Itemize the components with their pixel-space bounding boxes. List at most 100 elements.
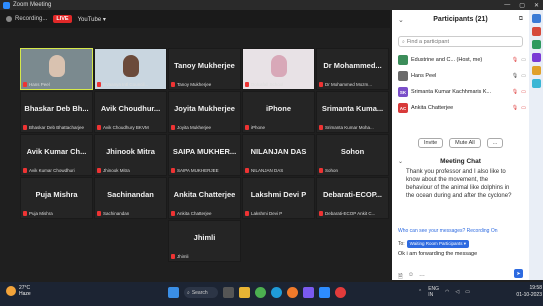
record-icon xyxy=(6,16,12,22)
mic-muted-icon xyxy=(171,211,175,216)
task-view-icon[interactable] xyxy=(223,287,234,298)
video-tile[interactable]: Bhaskar Deb Bh... Bhaskar Deb Bhattacharj… xyxy=(20,91,93,133)
close-button[interactable]: ✕ xyxy=(534,2,539,9)
participant-search-input[interactable] xyxy=(406,38,517,45)
maximize-button[interactable]: ▢ xyxy=(519,2,525,9)
tile-display-name: Lakshmi Devi P xyxy=(250,190,307,199)
app-icon[interactable] xyxy=(531,79,541,88)
participant-row[interactable]: Edustrine and C... (Host, me) 🎙 ▭ xyxy=(398,52,526,68)
zoom-taskbar-icon[interactable] xyxy=(319,287,330,298)
tile-name-label: Lakshmi Devi P xyxy=(245,211,312,216)
video-tile[interactable]: Ankita Chatterjee Ankita Chatterjee xyxy=(168,177,241,219)
start-icon[interactable] xyxy=(168,287,179,298)
search-icon: ⌕ xyxy=(187,289,190,296)
emoji-icon[interactable]: ☺ xyxy=(408,272,414,282)
video-tile[interactable]: Dolcafall School xyxy=(242,48,315,90)
explorer-icon[interactable] xyxy=(239,287,250,298)
video-tile[interactable]: Avik Kumar Ch... Avik Kumar Chowdhuri xyxy=(20,134,93,176)
search-icon: ⌕ xyxy=(402,38,405,45)
video-tile[interactable]: Jhinook Mitra Jhinook Mitra xyxy=(94,134,167,176)
participant-row[interactable]: Hans Peel 🎙 ▭ xyxy=(398,68,526,84)
popout-icon[interactable]: ⧉ xyxy=(519,16,523,23)
avatar xyxy=(398,55,408,65)
live-badge[interactable]: LIVE xyxy=(53,15,72,23)
tile-name-label: EVaanya Intl Council... xyxy=(97,82,164,87)
paint-icon[interactable] xyxy=(287,287,298,298)
video-tile[interactable]: Avik Choudhur... Avik Choudhury BKVM xyxy=(94,91,167,133)
tile-display-name: Tanoy Mukherjee xyxy=(174,61,235,70)
video-tile[interactable]: iPhone iPhone xyxy=(242,91,315,133)
video-icon[interactable]: ▭ xyxy=(521,73,526,79)
video-tile[interactable]: Sachinandan Sachinandan xyxy=(94,177,167,219)
video-tile[interactable]: Sohon Sohon xyxy=(316,134,389,176)
video-tile[interactable]: Joyita Mukherjee Joyita Mukherjee xyxy=(168,91,241,133)
mic-muted-icon xyxy=(245,125,249,130)
video-tile[interactable]: Tanoy Mukherjee Tanoy Mukherjee xyxy=(168,48,241,90)
weather-desc: Haze xyxy=(19,291,31,297)
tile-name-label: Debarati-ECOP Ankit C... xyxy=(319,211,386,216)
clock[interactable]: 19:58 01-10-2023 xyxy=(510,285,542,299)
video-tile[interactable]: Lakshmi Devi P Lakshmi Devi P xyxy=(242,177,315,219)
video-tile[interactable]: Puja Mishra Puja Mishra xyxy=(20,177,93,219)
video-tile[interactable]: Srimanta Kuma... Srimanta Kumar Moha... xyxy=(316,91,389,133)
video-tile[interactable]: NILANJAN DAS NILANJAN DAS xyxy=(242,134,315,176)
mic-muted-icon[interactable]: 🎙 xyxy=(512,57,518,63)
app-icon[interactable] xyxy=(531,27,541,36)
video-off-icon[interactable]: ▭ xyxy=(521,57,526,63)
recording-label: Recording... xyxy=(15,16,48,22)
weather-widget[interactable]: 27°C Haze xyxy=(6,285,31,297)
tile-label-text: NILANJAN DAS xyxy=(251,168,284,173)
store-icon[interactable] xyxy=(303,287,314,298)
youtube-dropdown[interactable]: YouTube ▾ xyxy=(78,16,106,23)
chat-message-input[interactable] xyxy=(398,251,523,257)
more-options-icon[interactable]: … xyxy=(419,272,425,282)
invite-button[interactable]: Invite xyxy=(418,138,444,148)
app-icon[interactable] xyxy=(531,40,541,49)
recording-indicator[interactable]: Recording... xyxy=(6,16,47,22)
who-can-see-link[interactable]: Who can see your messages? Recording On xyxy=(398,228,498,234)
participant-row[interactable]: SK Srimanta Kumar Kachhmaris K... 🎙 ▭ xyxy=(398,84,526,100)
mic-muted-icon xyxy=(319,211,323,216)
video-off-icon[interactable]: ▭ xyxy=(521,105,526,111)
title-bar: Zoom Meeting — ▢ ✕ xyxy=(0,0,543,10)
mic-icon[interactable]: 🎙 xyxy=(512,73,518,79)
send-button[interactable]: ➤ xyxy=(514,269,523,278)
participant-row[interactable]: AC Ankita Chatterjee 🎙 ▭ xyxy=(398,100,526,116)
wifi-icon[interactable]: ◠ xyxy=(445,289,449,295)
app-icon[interactable] xyxy=(531,14,541,23)
edge-icon[interactable] xyxy=(271,287,282,298)
taskbar-search[interactable]: ⌕ Search xyxy=(184,287,218,298)
video-tile[interactable]: Jhimli Jhimli xyxy=(168,220,241,262)
mute-all-button[interactable]: Mute All xyxy=(449,138,481,148)
app-icon[interactable] xyxy=(531,53,541,62)
more-button[interactable]: ... xyxy=(486,138,504,148)
video-tile[interactable]: Dr Mohammed... Dr Mohammed Mozm... xyxy=(316,48,389,90)
file-icon[interactable]: 🗎 xyxy=(398,272,403,282)
mic-muted-icon xyxy=(319,168,323,173)
video-tile[interactable]: Debarati-ECOP... Debarati-ECOP Ankit C... xyxy=(316,177,389,219)
language-indicator[interactable]: ENG IN xyxy=(428,286,439,298)
tray-arrow-icon[interactable]: ⌃ xyxy=(418,289,422,295)
media-icon[interactable] xyxy=(335,287,346,298)
tile-display-name: Sohon xyxy=(340,147,365,156)
recipient-dropdown[interactable]: Waiting Room Participants ▾ xyxy=(406,240,470,248)
participant-actions: Invite Mute All ... xyxy=(398,138,524,148)
mic-muted-icon xyxy=(171,168,175,173)
tile-display-name: Srimanta Kuma... xyxy=(321,104,384,113)
video-off-icon[interactable]: ▭ xyxy=(521,89,526,95)
mic-muted-icon[interactable]: 🎙 xyxy=(512,105,518,111)
zoom-screen: Zoom Meeting — ▢ ✕ Recording... LIVE You… xyxy=(0,0,543,306)
tile-name-label: SAIPA MUKHERJEE xyxy=(171,168,238,173)
chrome-icon[interactable] xyxy=(255,287,266,298)
volume-icon[interactable]: ◁ xyxy=(455,289,459,295)
tile-label-text: Tanoy Mukherjee xyxy=(177,82,212,87)
battery-icon[interactable]: ▭ xyxy=(465,289,470,295)
mic-muted-icon xyxy=(97,168,101,173)
video-tile[interactable]: SAIPA MUKHER... SAIPA MUKHERJEE xyxy=(168,134,241,176)
minimize-button[interactable]: — xyxy=(504,2,510,8)
app-icon[interactable] xyxy=(531,66,541,75)
mic-muted-icon xyxy=(245,211,249,216)
mic-muted-icon[interactable]: 🎙 xyxy=(512,89,518,95)
video-tile[interactable]: EVaanya Intl Council... xyxy=(94,48,167,90)
video-tile[interactable]: Hans Peel xyxy=(20,48,93,90)
